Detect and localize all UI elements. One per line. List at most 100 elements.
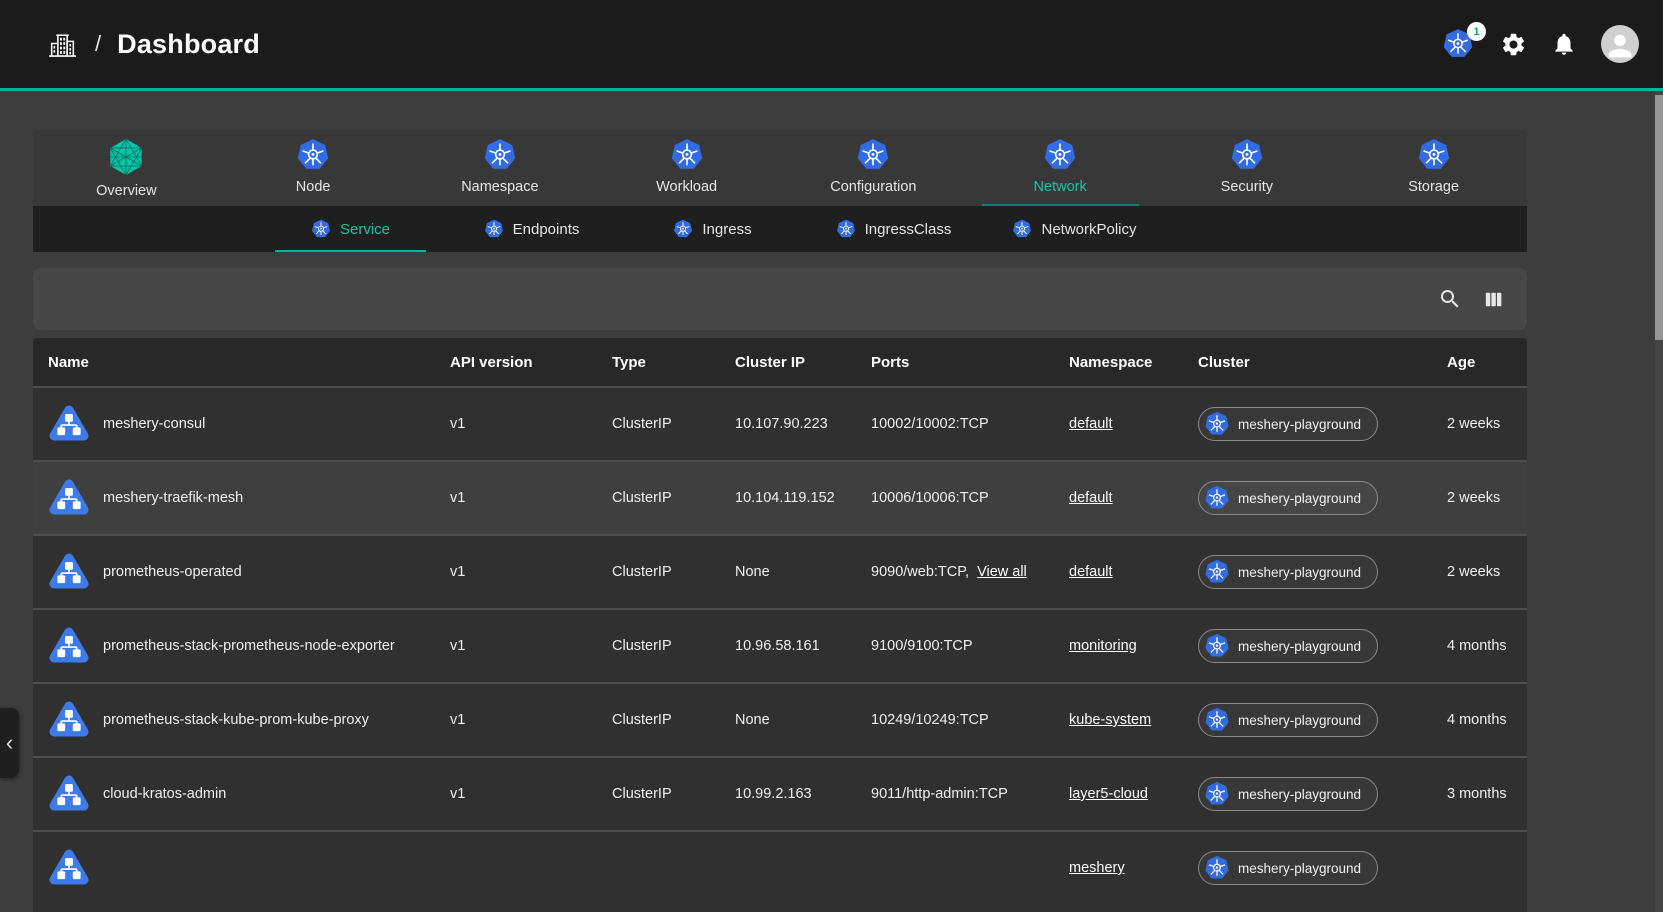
age: 2 weeks — [1447, 490, 1527, 506]
kubernetes-icon — [484, 219, 504, 239]
scrollbar-thumb[interactable] — [1655, 95, 1663, 340]
service-name: cloud-kratos-admin — [103, 786, 226, 802]
namespace-link[interactable]: monitoring — [1069, 638, 1137, 654]
ports: 10249/10249:TCP — [871, 712, 989, 728]
column-header-age[interactable]: Age — [1447, 354, 1527, 371]
table-toolbar — [33, 268, 1527, 330]
age: 2 weeks — [1447, 416, 1527, 432]
search-icon[interactable] — [1438, 287, 1462, 311]
column-header-cluster-ip[interactable]: Cluster IP — [735, 354, 871, 371]
service-name: meshery-consul — [103, 416, 205, 432]
cluster-chip[interactable]: meshery-playground — [1198, 777, 1378, 811]
table-row[interactable]: meshery meshery-playground — [33, 830, 1527, 904]
tab-security[interactable]: Security — [1154, 130, 1341, 206]
notifications-bell-icon[interactable] — [1551, 31, 1577, 57]
kubernetes-icon — [1230, 138, 1264, 172]
table-row[interactable]: cloud-kratos-admin v1 ClusterIP 10.99.2.… — [33, 756, 1527, 830]
subtab-ingressclass[interactable]: IngressClass — [803, 206, 984, 252]
subtab-ingress[interactable]: Ingress — [622, 206, 803, 252]
subtab-service[interactable]: Service — [260, 206, 441, 252]
service-name: prometheus-stack-prometheus-node-exporte… — [103, 638, 395, 654]
kubernetes-icon — [1204, 559, 1230, 585]
subtab-networkpolicy[interactable]: NetworkPolicy — [984, 206, 1165, 252]
cluster-chip[interactable]: meshery-playground — [1198, 555, 1378, 589]
cluster-chip[interactable]: meshery-playground — [1198, 629, 1378, 663]
column-header-type[interactable]: Type — [612, 354, 735, 371]
service-type: ClusterIP — [612, 490, 735, 506]
ports: 10002/10002:TCP — [871, 416, 989, 432]
tab-workload[interactable]: Workload — [593, 130, 780, 206]
kubernetes-icon — [1204, 855, 1230, 881]
namespace-link[interactable]: layer5-cloud — [1069, 786, 1148, 802]
tab-configuration[interactable]: Configuration — [780, 130, 967, 206]
service-icon — [48, 626, 90, 667]
cluster-chip[interactable]: meshery-playground — [1198, 407, 1378, 441]
column-header-api-version[interactable]: API version — [450, 354, 612, 371]
tab-network[interactable]: Network — [967, 130, 1154, 206]
cluster-chip[interactable]: meshery-playground — [1198, 851, 1378, 885]
service-type: ClusterIP — [612, 786, 735, 802]
kubernetes-icon — [673, 219, 693, 239]
ports: 9090/web:TCP, — [871, 564, 969, 580]
kubernetes-icon — [311, 219, 331, 239]
column-header-name[interactable]: Name — [48, 354, 450, 371]
vertical-scrollbar[interactable] — [1655, 91, 1663, 912]
column-header-ports[interactable]: Ports — [871, 354, 1069, 371]
table-row[interactable]: prometheus-operated v1 ClusterIP None 90… — [33, 534, 1527, 608]
ports: 9100/9100:TCP — [871, 638, 973, 654]
cluster-ip: None — [735, 712, 871, 728]
tab-storage[interactable]: Storage — [1340, 130, 1527, 206]
api-version: v1 — [450, 416, 612, 432]
namespace-link[interactable]: default — [1069, 416, 1113, 432]
kubernetes-icon — [1417, 138, 1451, 172]
cluster-name: meshery-playground — [1238, 639, 1361, 654]
app-bar: / Dashboard 1 — [0, 0, 1663, 88]
chevron-left-icon[interactable]: ‹ — [0, 708, 19, 778]
api-version: v1 — [450, 712, 612, 728]
cluster-chip[interactable]: meshery-playground — [1198, 703, 1378, 737]
namespace-link[interactable]: meshery — [1069, 860, 1125, 876]
kubernetes-icon — [1204, 485, 1230, 511]
cluster-ip: None — [735, 564, 871, 580]
service-name: meshery-traefik-mesh — [103, 490, 243, 506]
service-type: ClusterIP — [612, 712, 735, 728]
tab-namespace[interactable]: Namespace — [407, 130, 594, 206]
api-version: v1 — [450, 786, 612, 802]
service-icon — [48, 774, 90, 815]
kubernetes-context-icon[interactable]: 1 — [1442, 28, 1476, 60]
organization-building-icon[interactable] — [46, 28, 79, 61]
kubernetes-icon — [1204, 411, 1230, 437]
tab-overview[interactable]: Overview — [33, 130, 220, 206]
service-name: prometheus-operated — [103, 564, 242, 580]
subtab-endpoints[interactable]: Endpoints — [441, 206, 622, 252]
column-header-namespace[interactable]: Namespace — [1069, 354, 1198, 371]
service-icon — [48, 404, 90, 445]
namespace-link[interactable]: kube-system — [1069, 712, 1151, 728]
table-body: meshery-consul v1 ClusterIP 10.107.90.22… — [33, 386, 1527, 904]
kubernetes-icon — [670, 138, 704, 172]
namespace-link[interactable]: default — [1069, 490, 1113, 506]
kubernetes-icon — [1204, 781, 1230, 807]
view-columns-icon[interactable] — [1482, 288, 1505, 311]
cluster-name: meshery-playground — [1238, 713, 1361, 728]
service-icon — [48, 848, 90, 889]
namespace-link[interactable]: default — [1069, 564, 1113, 580]
table-row[interactable]: prometheus-stack-prometheus-node-exporte… — [33, 608, 1527, 682]
table-row[interactable]: meshery-traefik-mesh v1 ClusterIP 10.104… — [33, 460, 1527, 534]
api-version: v1 — [450, 638, 612, 654]
table-row[interactable]: meshery-consul v1 ClusterIP 10.107.90.22… — [33, 386, 1527, 460]
settings-gear-icon[interactable] — [1500, 31, 1527, 58]
page-title: Dashboard — [117, 29, 260, 60]
service-type: ClusterIP — [612, 416, 735, 432]
table-row[interactable]: prometheus-stack-kube-prom-kube-proxy v1… — [33, 682, 1527, 756]
kubernetes-icon — [1204, 633, 1230, 659]
kubernetes-icon — [856, 138, 890, 172]
column-header-cluster[interactable]: Cluster — [1198, 354, 1447, 371]
tab-node[interactable]: Node — [220, 130, 407, 206]
view-all-link[interactable]: View all — [977, 564, 1027, 580]
kubernetes-icon — [1204, 559, 1230, 585]
cluster-chip[interactable]: meshery-playground — [1198, 481, 1378, 515]
api-version: v1 — [450, 564, 612, 580]
kubernetes-icon — [483, 138, 517, 172]
user-avatar[interactable] — [1601, 25, 1639, 63]
